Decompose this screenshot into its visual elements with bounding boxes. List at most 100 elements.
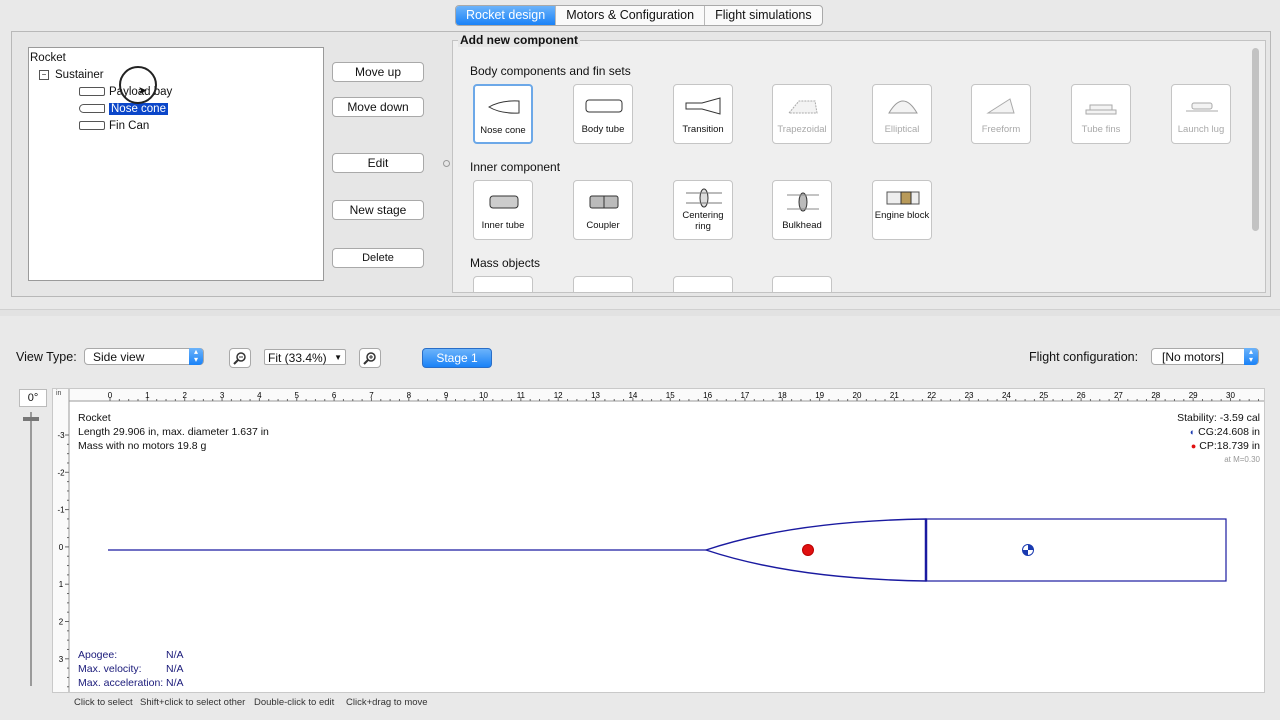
cp-marker — [802, 544, 814, 556]
tree-stage-row[interactable]: − Sustainer — [39, 68, 104, 82]
rotation-slider-thumb[interactable] — [23, 417, 39, 421]
engine-block-icon — [886, 191, 920, 205]
flight-configuration-select[interactable]: [No motors] ▴ ▾ — [1151, 348, 1259, 365]
body-tube-button[interactable]: Body tube — [573, 84, 633, 144]
tab-flight-simulations[interactable]: Flight simulations — [705, 6, 822, 25]
zoom-select[interactable]: Fit (33.4%) ▼ — [264, 349, 346, 365]
tree-stage-label: Sustainer — [55, 69, 104, 81]
coupler-button[interactable]: Coupler — [573, 180, 633, 240]
mass-object-button[interactable] — [673, 276, 733, 292]
body-tube-icon — [585, 99, 623, 113]
collapse-icon[interactable]: − — [39, 69, 49, 80]
inner-component-heading: Inner component — [470, 160, 561, 174]
centering-ring-icon — [686, 188, 722, 208]
mass-object-button[interactable] — [772, 276, 832, 292]
unit-label: in — [56, 390, 62, 397]
max-acceleration-label: Max. acceleration: — [78, 677, 164, 689]
bulkhead-icon — [787, 192, 819, 212]
tab-rocket-design[interactable]: Rocket design — [456, 6, 557, 25]
apogee-value: N/A — [166, 649, 184, 661]
component-label: Centering ring — [682, 210, 724, 232]
tube-fins-icon — [1085, 104, 1117, 115]
split-divider[interactable] — [0, 309, 1280, 316]
fin-can-outline[interactable] — [925, 518, 1227, 582]
rotation-slider-track[interactable] — [30, 412, 32, 686]
mass-object-button[interactable] — [473, 276, 533, 292]
select-arrows-icon: ▴ ▾ — [1244, 348, 1258, 365]
engine-block-button[interactable]: Engine block — [872, 180, 932, 240]
rocket-figure-canvas[interactable]: 0 1 2 3 4 5 6 7 8 9 10 11 12 13 14 15 16 17 18 19 20 21 22 23 24… — [52, 388, 1265, 693]
component-label: Trapezoidal — [777, 124, 827, 135]
move-down-button[interactable]: Move down — [332, 97, 424, 117]
elliptical-fin-button[interactable]: Elliptical — [872, 84, 932, 144]
move-up-button[interactable]: Move up — [332, 62, 424, 82]
zoom-in-icon — [363, 352, 376, 365]
hint-click-select: Click to select — [74, 697, 133, 708]
bulkhead-button[interactable]: Bulkhead — [772, 180, 832, 240]
tree-item-nose-cone[interactable]: Nose cone — [79, 102, 168, 116]
tube-fins-button[interactable]: Tube fins — [1071, 84, 1131, 144]
component-label: Bulkhead — [782, 220, 822, 231]
transition-button[interactable]: Transition — [673, 84, 733, 144]
component-label: Transition — [682, 124, 724, 135]
y-tick-label: 0 — [59, 543, 64, 552]
max-velocity-label: Max. velocity: — [78, 663, 142, 675]
component-label: Elliptical — [884, 124, 920, 135]
inner-tube-icon — [489, 195, 519, 209]
centering-ring-button[interactable]: Centering ring — [673, 180, 733, 240]
stage-1-button[interactable]: Stage 1 — [422, 348, 492, 368]
edit-button[interactable]: Edit — [332, 153, 424, 173]
tree-item-fin-can[interactable]: Fin Can — [79, 119, 149, 133]
tree-item-label: Fin Can — [109, 120, 150, 132]
chevron-down-icon: ▼ — [334, 353, 342, 362]
cp-value: CP:18.739 in — [1199, 440, 1260, 452]
component-label: Launch lug — [1177, 124, 1225, 135]
component-label: Body tube — [581, 124, 625, 135]
component-tree[interactable]: Rocket − Sustainer Payload bay Nose cone … — [28, 47, 324, 281]
component-scrollbar[interactable] — [1252, 48, 1259, 231]
cg-value: CG:24.608 in — [1198, 426, 1260, 438]
zoom-in-button[interactable] — [359, 348, 381, 368]
tree-root-rocket[interactable]: Rocket — [30, 51, 66, 65]
zoom-value: Fit (33.4%) — [268, 351, 327, 365]
mach-note: at M=0.30 — [1224, 455, 1260, 464]
y-tick-label: -1 — [57, 506, 65, 515]
nose-cone-outline[interactable] — [703, 518, 927, 582]
trapezoidal-fin-button[interactable]: Trapezoidal — [772, 84, 832, 144]
component-label: Freeform — [981, 124, 1021, 135]
view-type-select[interactable]: Side view ▴ ▾ — [84, 348, 204, 365]
mass-object-button[interactable] — [573, 276, 633, 292]
component-label: Nose cone — [480, 125, 526, 136]
y-tick-label: 3 — [59, 655, 64, 664]
delete-button[interactable]: Delete — [332, 248, 424, 268]
freeform-fin-icon — [986, 98, 1015, 114]
nose-cone-button[interactable]: Nose cone — [473, 84, 533, 144]
freeform-fin-button[interactable]: Freeform — [971, 84, 1031, 144]
cp-icon: ● — [1190, 441, 1197, 451]
new-stage-button[interactable]: New stage — [332, 200, 424, 220]
view-type-label: View Type: — [16, 350, 77, 364]
y-tick-label: -2 — [57, 468, 65, 477]
rotation-value: 0° — [19, 389, 47, 407]
max-velocity-value: N/A — [166, 663, 184, 675]
add-component-title: Add new component — [458, 33, 580, 47]
rocket-length: Length 29.906 in, max. diameter 1.637 in — [78, 426, 269, 438]
tab-motors-configuration[interactable]: Motors & Configuration — [556, 6, 706, 25]
max-acceleration-value: N/A — [166, 677, 184, 689]
cg-row: ◐ CG:24.608 in — [1190, 425, 1260, 439]
launch-lug-button[interactable]: Launch lug — [1171, 84, 1231, 144]
cg-icon: ◐ — [1189, 427, 1196, 437]
y-tick-label: 1 — [59, 580, 64, 589]
apogee-label: Apogee: — [78, 649, 118, 661]
flight-configuration-label: Flight configuration: — [1029, 350, 1139, 364]
zoom-out-button[interactable] — [229, 348, 251, 368]
inner-tube-button[interactable]: Inner tube — [473, 180, 533, 240]
y-tick-label: 2 — [59, 618, 64, 627]
hint-double-click: Double-click to edit — [254, 697, 335, 708]
transition-icon — [685, 97, 721, 115]
hint-drag-move: Click+drag to move — [346, 697, 428, 708]
flight-configuration-value: [No motors] — [1162, 350, 1225, 364]
splitter-handle[interactable] — [443, 160, 450, 167]
component-label: Coupler — [586, 220, 620, 231]
view-type-value: Side view — [93, 350, 145, 364]
